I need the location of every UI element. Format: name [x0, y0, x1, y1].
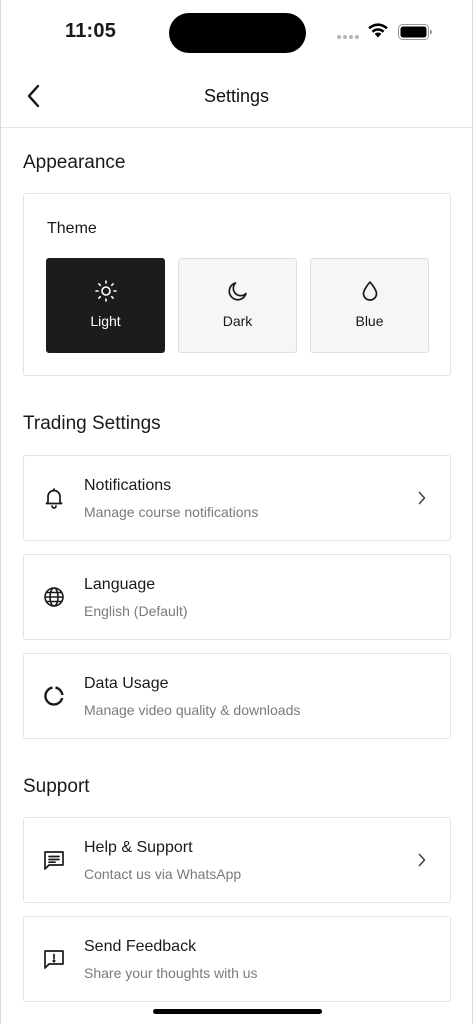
section-title-support: Support: [23, 776, 90, 797]
battery-icon: [398, 24, 432, 40]
sun-icon: [94, 280, 117, 302]
wifi-icon: [368, 23, 388, 38]
chevron-right-icon: [418, 853, 426, 867]
chevron-right-icon: [418, 491, 426, 505]
settings-item-data-usage[interactable]: Data Usage Manage video quality & downlo…: [23, 653, 451, 739]
cellular-signal-icon: [337, 35, 359, 39]
item-subtitle: Manage course notifications: [84, 504, 259, 520]
status-bar: 11:05: [1, 0, 472, 64]
settings-item-notifications[interactable]: Notifications Manage course notification…: [23, 455, 451, 541]
item-title: Language: [84, 576, 156, 593]
item-title: Data Usage: [84, 675, 169, 692]
theme-label: Theme: [47, 220, 97, 237]
item-subtitle: Manage video quality & downloads: [84, 702, 301, 718]
message-icon: [44, 851, 64, 870]
section-title-appearance: Appearance: [23, 152, 126, 173]
droplet-icon: [362, 281, 377, 301]
theme-option-label: Dark: [222, 313, 253, 329]
nav-bar: Settings: [1, 64, 472, 128]
theme-option-label: Blue: [355, 313, 384, 329]
item-subtitle: Share your thoughts with us: [84, 965, 258, 981]
home-indicator: [153, 1009, 322, 1014]
item-title: Help & Support: [84, 839, 193, 856]
globe-icon: [44, 587, 64, 607]
theme-option-dark[interactable]: Dark: [178, 258, 297, 353]
data-usage-icon: [44, 686, 64, 706]
settings-item-language[interactable]: Language English (Default): [23, 554, 451, 640]
theme-card: Theme Light Dark Blue: [23, 193, 451, 376]
settings-item-help-support[interactable]: Help & Support Contact us via WhatsApp: [23, 817, 451, 903]
settings-item-send-feedback[interactable]: Send Feedback Share your thoughts with u…: [23, 916, 451, 1002]
item-title: Notifications: [84, 477, 172, 494]
moon-icon: [228, 282, 247, 301]
theme-option-light[interactable]: Light: [46, 258, 165, 353]
section-title-trading-settings: Trading Settings: [23, 413, 161, 434]
dynamic-island: [169, 13, 306, 53]
item-title: Send Feedback: [84, 938, 197, 955]
page-title: Settings: [203, 86, 270, 106]
feedback-icon: [44, 950, 64, 969]
bell-icon: [45, 488, 63, 509]
item-subtitle: Contact us via WhatsApp: [84, 866, 242, 882]
theme-option-label: Light: [90, 313, 121, 329]
item-subtitle: English (Default): [84, 603, 188, 619]
status-time: 11:05: [65, 20, 117, 42]
theme-option-blue[interactable]: Blue: [310, 258, 429, 353]
